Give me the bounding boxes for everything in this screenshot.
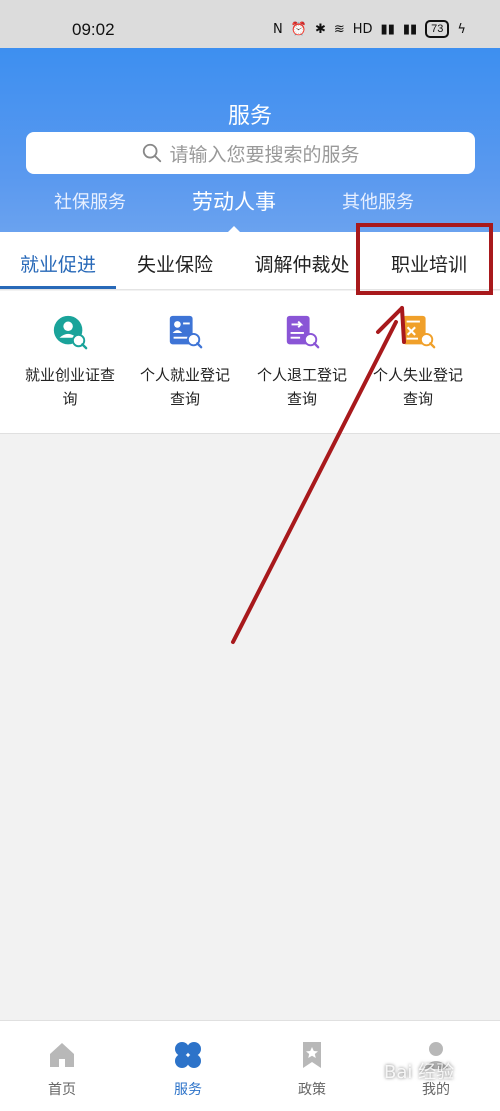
tab-labor-personnel[interactable]: 劳动人事 [192, 186, 276, 216]
grid-item-exit-registration[interactable]: 个人退工登记 查询 [241, 313, 363, 411]
signal-2-icon: ▮▮ [402, 21, 418, 37]
bookmark-icon [303, 1042, 321, 1068]
tab-social-security[interactable]: 社保服务 [54, 188, 126, 214]
grid-label: 个人失业登记 查询 [372, 366, 463, 408]
status-icons: N ⏰ ✱ ≋ HD ▮▮ ▮▮ 73 ϟ [273, 20, 466, 38]
subtab-employment-promotion[interactable]: 就业促进 [20, 250, 96, 277]
home-icon [50, 1043, 74, 1067]
nfc-icon: N [273, 21, 283, 37]
header: 服务 请输入您要搜索的服务 社保服务 劳动人事 其他服务 [0, 48, 500, 233]
nav-services[interactable]: 服务 [148, 1039, 228, 1099]
id-card-search-icon [169, 315, 203, 349]
top-tabs: 社保服务 劳动人事 其他服务 [0, 188, 500, 228]
subtab-underline [0, 286, 116, 289]
watermark: Bai 经验 [384, 1062, 455, 1083]
service-grid: 就业创业证查询 个人就业登记 查询 个人退工登记 查询 个人失业登记 查询 [0, 291, 500, 434]
grid-label: 个人就业登记 查询 [139, 366, 230, 408]
alarm-icon: ⏰ [290, 21, 307, 37]
grid-item-unemployment-registration[interactable]: 个人失业登记 查询 [357, 313, 479, 411]
grid-item-employment-registration[interactable]: 个人就业登记 查询 [124, 313, 246, 411]
hd-icon: HD [352, 21, 373, 37]
search-icon [143, 143, 162, 163]
status-time: 09:02 [72, 20, 115, 39]
search-placeholder: 请输入您要搜索的服务 [169, 143, 360, 166]
battery-icon: 73 [425, 20, 450, 38]
nav-home[interactable]: 首页 [22, 1039, 102, 1099]
wifi-icon: ≋ [333, 21, 345, 37]
nav-label: 政策 [298, 1082, 326, 1098]
unemployment-search-icon [402, 315, 436, 349]
subtab-mediation-arbitration[interactable]: 调解仲裁处 [254, 250, 349, 277]
person-search-icon [53, 315, 88, 350]
exit-record-search-icon [286, 315, 320, 349]
annotation-highlight-box [356, 223, 493, 295]
clover-icon [175, 1042, 201, 1068]
nav-policy[interactable]: 政策 [272, 1039, 352, 1099]
grid-item-employment-certificate[interactable]: 就业创业证查询 [9, 313, 131, 411]
status-bar: 09:02 N ⏰ ✱ ≋ HD ▮▮ ▮▮ 73 ϟ [0, 0, 500, 48]
grid-label: 就业创业证查询 [24, 366, 115, 408]
signal-icon: ▮▮ [380, 21, 395, 37]
bluetooth-icon: ✱ [314, 21, 326, 37]
tab-other-services[interactable]: 其他服务 [342, 188, 414, 214]
nav-label: 服务 [174, 1082, 202, 1098]
charging-icon: ϟ [457, 21, 466, 37]
nav-label: 首页 [48, 1082, 76, 1098]
subtab-unemployment-insurance[interactable]: 失业保险 [137, 250, 213, 277]
grid-label: 个人退工登记 查询 [256, 366, 347, 408]
page-title: 服务 [227, 104, 272, 129]
search-input[interactable]: 请输入您要搜索的服务 [26, 132, 475, 174]
